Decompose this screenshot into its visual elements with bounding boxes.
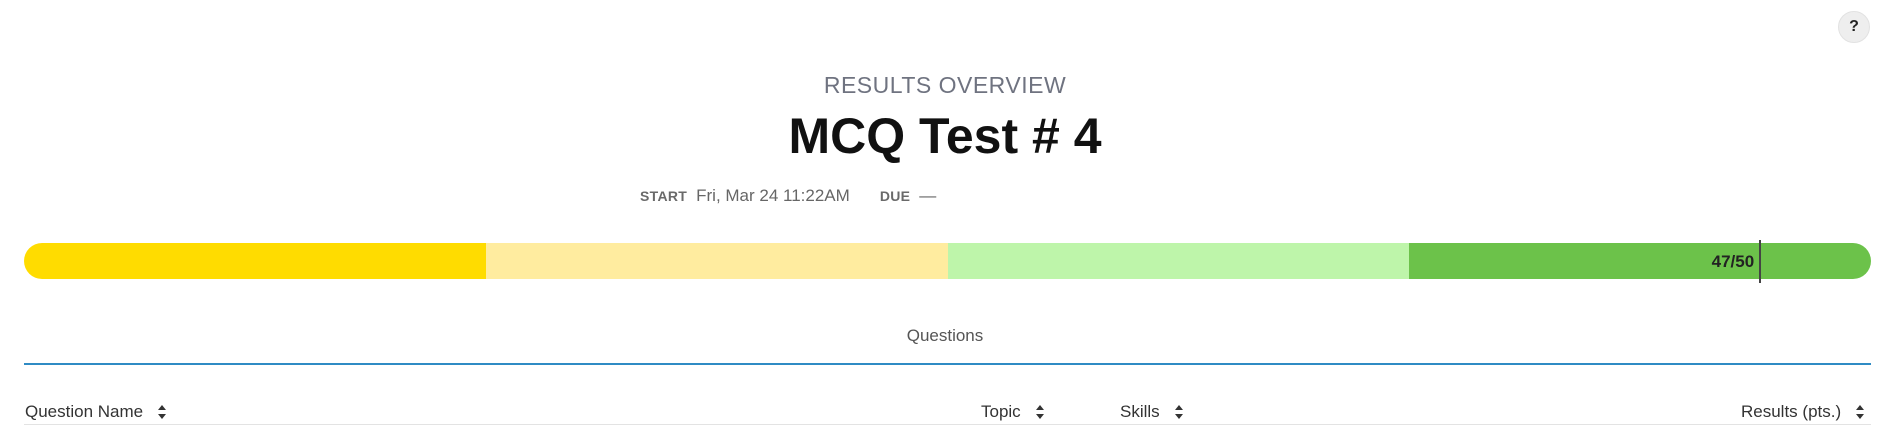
score-marker [1759, 240, 1762, 283]
column-question-name-label: Question Name [25, 402, 144, 421]
help-button[interactable]: ? [1838, 11, 1870, 43]
tab-underline [24, 363, 1871, 365]
sort-icon [1856, 405, 1865, 419]
tab-questions-label: Questions [906, 326, 984, 345]
sort-icon [1035, 405, 1044, 419]
header: RESULTS OVERVIEW MCQ Test # 4 [0, 72, 1890, 165]
tab-questions[interactable]: Questions [0, 326, 1890, 346]
due-key: DUE [879, 188, 911, 204]
start-value: Fri, Mar 24 11:22AM [696, 186, 850, 205]
meta-row: START Fri, Mar 24 11:22AM DUE — [640, 186, 966, 206]
due-value: — [919, 186, 937, 205]
page-title: MCQ Test # 4 [788, 108, 1102, 164]
column-topic[interactable]: Topic [981, 402, 1045, 422]
progress-segment-3 [947, 243, 1410, 279]
start-key: START [640, 188, 688, 204]
column-results[interactable]: Results (pts.) [1741, 402, 1865, 422]
progress-segment-4 [1409, 243, 1871, 279]
results-overview-page: ? RESULTS OVERVIEW MCQ Test # 4 START Fr… [0, 0, 1890, 441]
progress-segment-2 [485, 243, 948, 279]
column-skills-label: Skills [1120, 402, 1160, 421]
sort-icon [158, 405, 167, 419]
column-skills[interactable]: Skills [1120, 402, 1184, 422]
help-icon: ? [1849, 18, 1859, 35]
column-question-name[interactable]: Question Name [25, 402, 167, 422]
column-topic-label: Topic [981, 402, 1021, 421]
overview-label: RESULTS OVERVIEW [823, 72, 1067, 98]
table-header: Question Name Topic Skills Results (pts.… [24, 400, 1871, 425]
sort-icon [1174, 405, 1183, 419]
score-label: 47/50 [1711, 252, 1755, 271]
progress-segment-1 [24, 243, 486, 279]
column-results-label: Results (pts.) [1741, 402, 1842, 421]
score-progress-bar [24, 243, 1871, 279]
